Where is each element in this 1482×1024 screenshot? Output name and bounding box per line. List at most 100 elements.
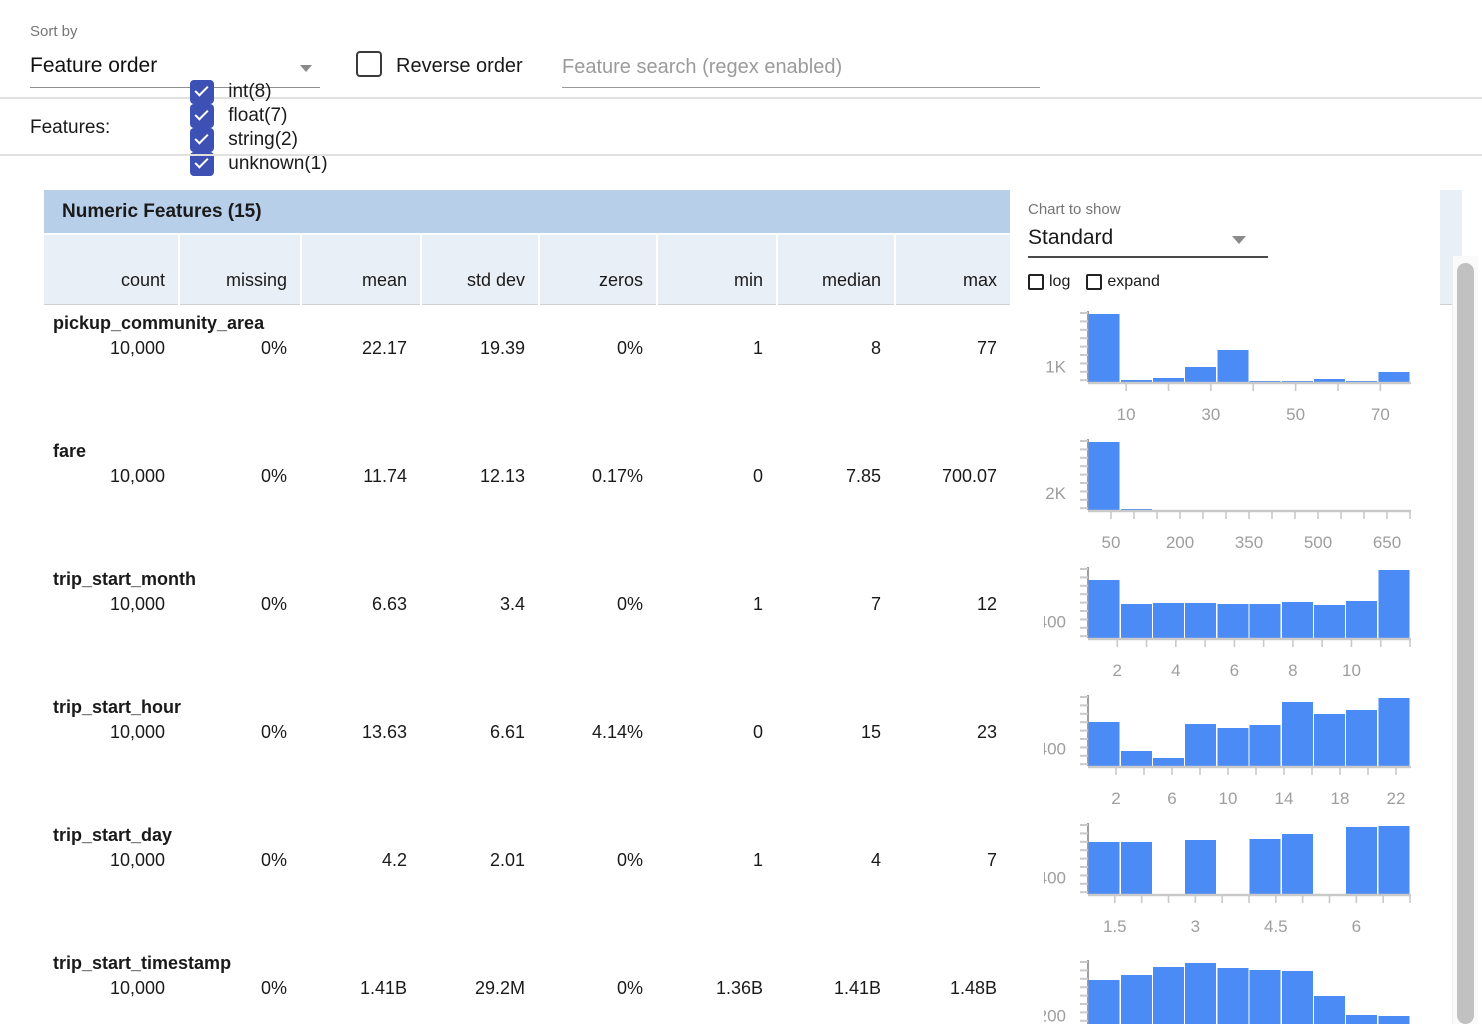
stat-min: 1.36B <box>656 978 776 999</box>
histogram-svg: 1.534.56400 <box>1044 817 1424 945</box>
stat-max: 1.48B <box>894 978 1010 999</box>
vertical-scrollbar-thumb[interactable] <box>1457 263 1474 1024</box>
feature-rows: pickup_community_area 10,0000%22.1719.39… <box>44 305 1462 1024</box>
stat-cells: 10,0000%22.1719.390%1877 <box>44 338 1010 359</box>
svg-text:350: 350 <box>1235 533 1263 552</box>
filter-label: int(8) <box>228 81 271 103</box>
chart-type-select[interactable]: Standard <box>1028 224 1268 258</box>
svg-text:200: 200 <box>1044 1006 1066 1024</box>
feature-type-filter[interactable]: int(8) <box>190 80 345 104</box>
stat-missing: 0% <box>178 722 300 743</box>
column-header-count: count <box>44 235 178 305</box>
stat-cells: 10,0000%11.7412.130.17%07.85700.07 <box>44 466 1010 487</box>
feature-name: fare <box>53 441 86 462</box>
stat-std-dev: 12.13 <box>420 466 538 487</box>
stat-mean: 13.63 <box>300 722 420 743</box>
divider <box>0 154 1482 156</box>
feature-histogram: 200 <box>1044 945 1424 1024</box>
stat-max: 12 <box>894 594 1010 615</box>
stat-max: 700.07 <box>894 466 1010 487</box>
svg-text:2: 2 <box>1113 661 1122 680</box>
stat-missing: 0% <box>178 466 300 487</box>
feature-histogram: 2610141822400 <box>1044 689 1424 817</box>
svg-text:400: 400 <box>1044 868 1066 887</box>
svg-text:4.5: 4.5 <box>1264 917 1288 936</box>
stat-count: 10,000 <box>44 722 178 743</box>
checkbox-checked-icon[interactable] <box>190 152 214 176</box>
feature-name: trip_start_day <box>53 825 172 846</box>
stat-mean: 1.41B <box>300 978 420 999</box>
svg-text:6: 6 <box>1230 661 1239 680</box>
stat-cells: 10,0000%1.41B29.2M0%1.36B1.41B1.48B <box>44 978 1010 999</box>
svg-text:22: 22 <box>1387 789 1406 808</box>
feature-type-filter[interactable]: float(7) <box>190 104 345 128</box>
stat-median: 4 <box>776 850 894 871</box>
chevron-down-icon <box>1232 236 1246 244</box>
expand-label: expand <box>1107 273 1160 291</box>
column-header-max: max <box>894 235 1010 305</box>
stat-median: 15 <box>776 722 894 743</box>
stat-count: 10,000 <box>44 466 178 487</box>
histogram-svg: 246810400 <box>1044 561 1424 689</box>
histogram-svg: 200 <box>1044 945 1424 1024</box>
checkbox-checked-icon[interactable] <box>190 80 214 104</box>
stat-count: 10,000 <box>44 594 178 615</box>
stat-median: 7.85 <box>776 466 894 487</box>
filter-items: int(8) float(7) string(2) unknown(1) <box>190 80 375 176</box>
svg-text:8: 8 <box>1288 661 1297 680</box>
stat-min: 0 <box>656 722 776 743</box>
feature-row: trip_start_hour 10,0000%13.636.614.14%01… <box>44 689 1462 817</box>
stat-zeros: 0% <box>538 850 656 871</box>
svg-text:400: 400 <box>1044 739 1066 758</box>
stat-median: 1.41B <box>776 978 894 999</box>
stat-mean: 22.17 <box>300 338 420 359</box>
stat-count: 10,000 <box>44 978 178 999</box>
column-header-min: min <box>656 235 776 305</box>
svg-text:6: 6 <box>1167 789 1176 808</box>
stat-zeros: 0% <box>538 338 656 359</box>
checkbox-checked-icon[interactable] <box>190 128 214 152</box>
feature-name: pickup_community_area <box>53 313 264 334</box>
feature-row: fare 10,0000%11.7412.130.17%07.85700.07 … <box>44 433 1462 561</box>
panel-title: Numeric Features (15) <box>44 190 1010 235</box>
stat-mean: 11.74 <box>300 466 420 487</box>
filter-label: unknown(1) <box>228 153 327 175</box>
stat-missing: 0% <box>178 850 300 871</box>
sort-by-label: Sort by <box>30 23 78 40</box>
feature-histogram: 502003505006502K <box>1044 433 1424 561</box>
checkbox-checked-icon[interactable] <box>190 104 214 128</box>
reverse-order-label: Reverse order <box>396 55 523 78</box>
chart-controls: Chart to show Standard log expand <box>1010 190 1440 305</box>
log-label: log <box>1049 273 1070 291</box>
svg-text:400: 400 <box>1044 613 1066 632</box>
log-checkbox[interactable] <box>1028 274 1044 290</box>
feature-histogram: 1.534.56400 <box>1044 817 1424 945</box>
svg-text:4: 4 <box>1171 661 1180 680</box>
feature-type-filter[interactable]: unknown(1) <box>190 152 345 176</box>
svg-text:30: 30 <box>1201 405 1220 424</box>
stat-mean: 6.63 <box>300 594 420 615</box>
chart-option-checks: log expand <box>1028 273 1176 291</box>
reverse-order-checkbox[interactable] <box>356 51 382 77</box>
stat-zeros: 0.17% <box>538 466 656 487</box>
stat-median: 7 <box>776 594 894 615</box>
stat-median: 8 <box>776 338 894 359</box>
svg-text:1K: 1K <box>1045 358 1066 377</box>
column-header-zeros: zeros <box>538 235 656 305</box>
column-header-median: median <box>776 235 894 305</box>
stat-std-dev: 29.2M <box>420 978 538 999</box>
feature-name: trip_start_month <box>53 569 196 590</box>
feature-row: trip_start_timestamp 10,0000%1.41B29.2M0… <box>44 945 1462 1024</box>
expand-checkbox[interactable] <box>1086 274 1102 290</box>
stat-max: 7 <box>894 850 1010 871</box>
filter-label: float(7) <box>228 105 287 127</box>
feature-search-input[interactable] <box>562 48 1040 88</box>
stat-std-dev: 6.61 <box>420 722 538 743</box>
column-header-missing: missing <box>178 235 300 305</box>
stat-missing: 0% <box>178 978 300 999</box>
feature-type-filter[interactable]: string(2) <box>190 128 345 152</box>
histogram-svg: 502003505006502K <box>1044 433 1424 561</box>
svg-text:6: 6 <box>1352 917 1361 936</box>
stat-count: 10,000 <box>44 850 178 871</box>
svg-text:2: 2 <box>1111 789 1120 808</box>
